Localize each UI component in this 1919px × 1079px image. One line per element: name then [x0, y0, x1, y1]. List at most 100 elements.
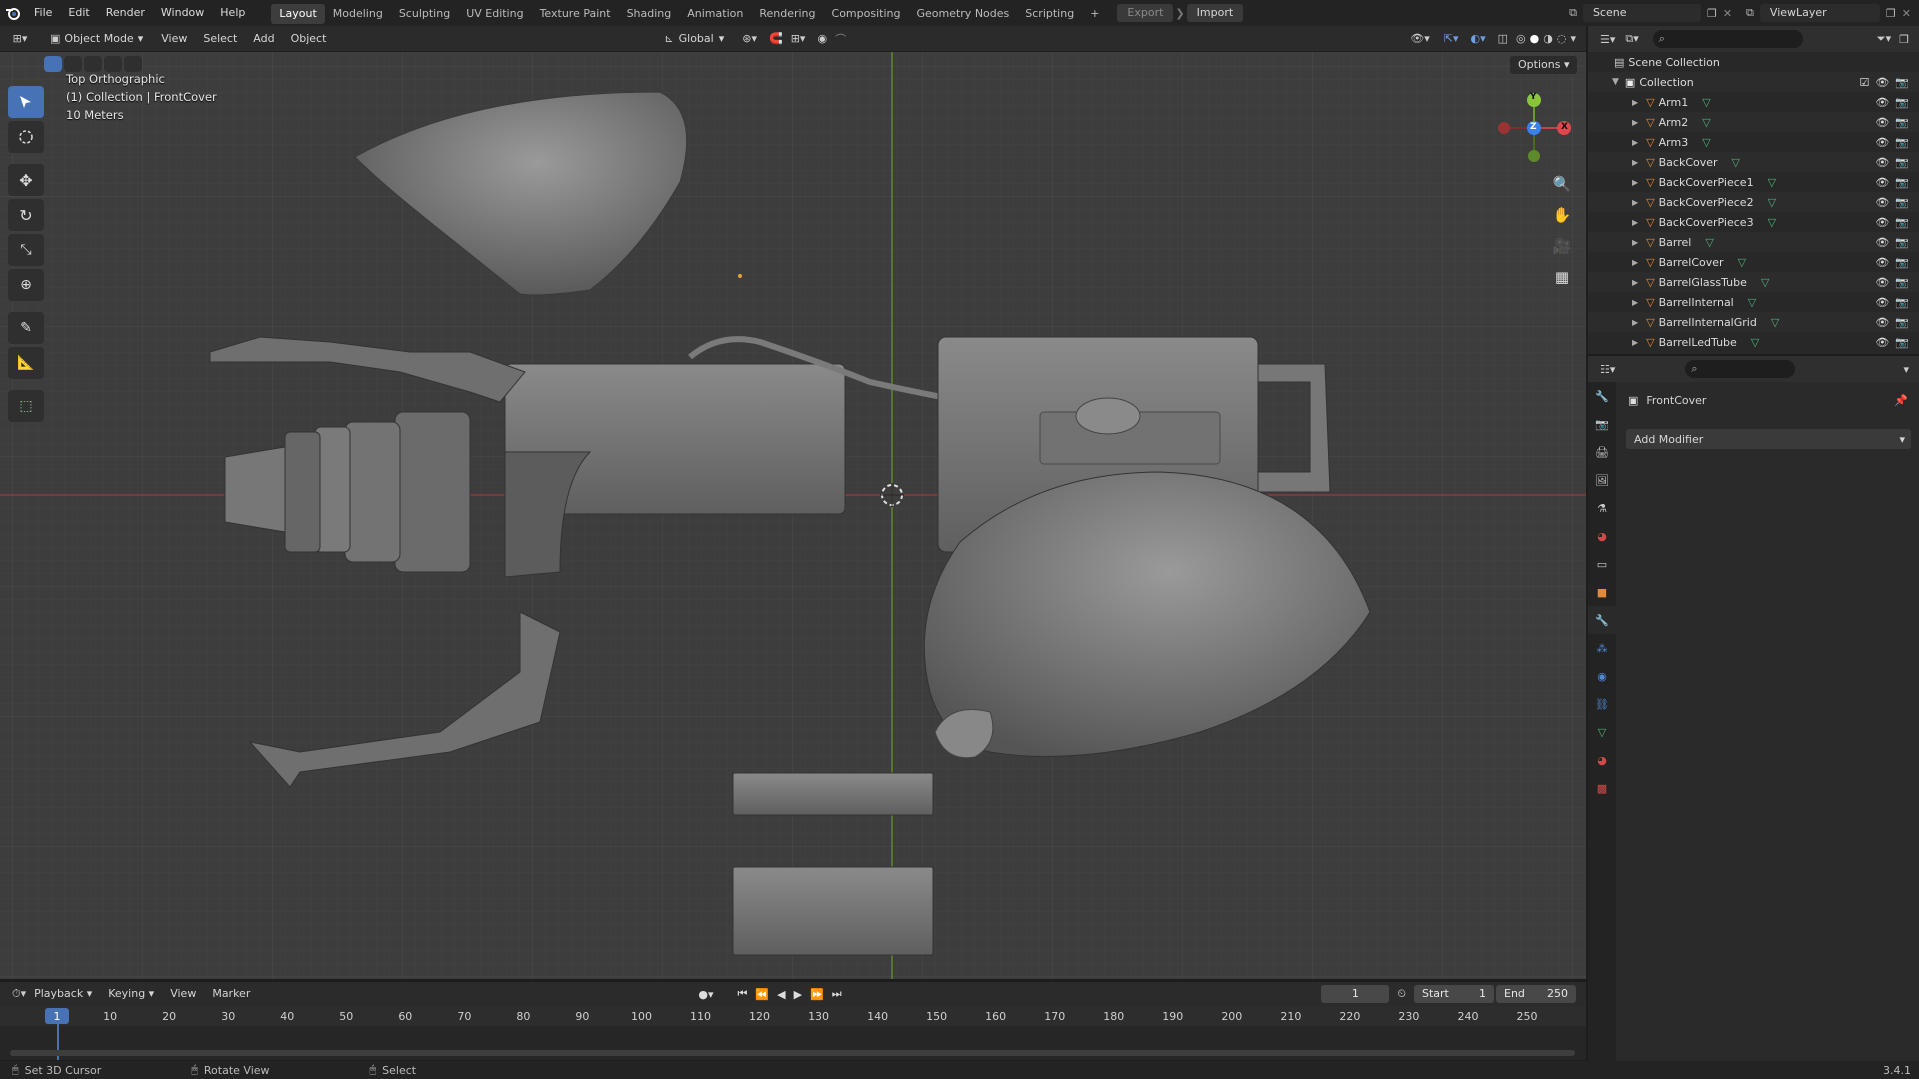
- eye-icon[interactable]: 👁: [1875, 156, 1889, 169]
- mesh-data-icon[interactable]: ▽: [1732, 156, 1740, 169]
- eye-icon[interactable]: 👁: [1875, 256, 1889, 269]
- mesh-data-icon[interactable]: ▽: [1768, 176, 1776, 189]
- new-scene-icon[interactable]: ❐: [1707, 7, 1717, 20]
- tab-layout[interactable]: Layout: [271, 3, 325, 24]
- move-tool-icon[interactable]: ✥: [8, 164, 44, 196]
- collection-row[interactable]: ▼ ▣ Collection ☑ 👁 📷: [1588, 72, 1919, 92]
- import-button[interactable]: Import: [1186, 4, 1244, 22]
- menu-add[interactable]: Add: [245, 26, 282, 52]
- transform-orientation-selector[interactable]: ⊾ Global ▾: [664, 32, 724, 45]
- pan-hand-icon[interactable]: ✋: [1548, 201, 1576, 229]
- mesh-data-icon[interactable]: ▽: [1771, 316, 1779, 329]
- tab-sculpting[interactable]: Sculpting: [391, 4, 458, 24]
- properties-editor-icon[interactable]: ☷▾: [1600, 363, 1615, 376]
- timeline-editor-icon[interactable]: ⏱▾: [12, 987, 26, 1001]
- camera-icon[interactable]: 📷: [1895, 136, 1909, 149]
- annotate-tool-icon[interactable]: ✎: [8, 312, 44, 344]
- select-invert-icon[interactable]: [104, 56, 122, 72]
- menu-keying[interactable]: Keying ▾: [100, 981, 162, 1007]
- scene-icon[interactable]: ⧉: [1569, 6, 1577, 20]
- tab-rendering[interactable]: Rendering: [751, 4, 823, 24]
- expand-arrow-icon[interactable]: ▶: [1632, 338, 1638, 347]
- outliner-item[interactable]: ▶ ▽ BarrelLedTube ▽ 👁 📷: [1588, 332, 1919, 352]
- measure-tool-icon[interactable]: 📐: [8, 347, 44, 379]
- tab-scripting[interactable]: Scripting: [1017, 4, 1082, 24]
- expand-arrow-icon[interactable]: ▶: [1632, 198, 1638, 207]
- outliner-item[interactable]: ▶ ▽ BackCoverPiece2 ▽ 👁 📷: [1588, 192, 1919, 212]
- xray-toggle-icon[interactable]: ◫: [1498, 32, 1508, 45]
- menu-view[interactable]: View: [153, 26, 195, 52]
- menu-render[interactable]: Render: [98, 0, 153, 26]
- overlay-toggle-icon[interactable]: ◐▾: [1471, 32, 1486, 45]
- mode-selector[interactable]: ▣ Object Mode ▾: [40, 29, 154, 48]
- mesh-data-icon[interactable]: ▽: [1768, 196, 1776, 209]
- expand-arrow-icon[interactable]: ▶: [1632, 298, 1638, 307]
- expand-arrow-icon[interactable]: ▶: [1632, 178, 1638, 187]
- timeline-scrollbar[interactable]: [10, 1050, 1575, 1056]
- select-extend-icon[interactable]: [64, 56, 82, 72]
- eye-icon[interactable]: 👁: [1875, 116, 1889, 129]
- tool-tab-icon[interactable]: 🔧: [1588, 382, 1616, 410]
- record-icon[interactable]: ●▾: [698, 988, 713, 1001]
- perspective-toggle-icon[interactable]: ▦: [1548, 263, 1576, 291]
- eye-icon[interactable]: 👁: [1875, 76, 1889, 89]
- timeline[interactable]: 1 10 20 30 40 50 60 70 80 90 100 110 120 130 140 150 160…: [0, 1006, 1586, 1060]
- chevron-down-icon[interactable]: ▼: [1612, 77, 1619, 87]
- outliner-item[interactable]: ▶ ▽ BarrelCover ▽ 👁 📷: [1588, 252, 1919, 272]
- camera-icon[interactable]: 📷: [1895, 276, 1909, 289]
- export-button[interactable]: Export: [1117, 4, 1174, 22]
- add-workspace-button[interactable]: +: [1082, 4, 1107, 24]
- tab-compositing[interactable]: Compositing: [824, 4, 909, 24]
- outliner-item[interactable]: ▶ ▽ BarrelGlassTube ▽ 👁 📷: [1588, 272, 1919, 292]
- next-keyframe-icon[interactable]: ⏩: [810, 988, 824, 1001]
- material-shading-icon[interactable]: ◑: [1543, 32, 1553, 45]
- material-tab-icon[interactable]: ◕: [1588, 746, 1616, 774]
- jump-end-icon[interactable]: ⏭: [832, 987, 842, 1001]
- camera-view-icon[interactable]: 🎥: [1548, 232, 1576, 260]
- 3d-viewport[interactable]: Y Z X Options ▾ Top Orthographic (1) Col…: [0, 52, 1586, 979]
- pin-icon[interactable]: 📌: [1894, 394, 1908, 407]
- scale-tool-icon[interactable]: ⤡: [8, 234, 44, 266]
- particles-tab-icon[interactable]: ⁂: [1588, 634, 1616, 662]
- constraints-tab-icon[interactable]: ⛓: [1588, 690, 1616, 718]
- rotate-tool-icon[interactable]: ↻: [8, 199, 44, 231]
- texture-tab-icon[interactable]: ▩: [1588, 774, 1616, 802]
- mesh-data-icon[interactable]: ▽: [1702, 96, 1710, 109]
- tab-uv-editing[interactable]: UV Editing: [458, 4, 531, 24]
- mesh-data-icon[interactable]: ▽: [1751, 336, 1759, 349]
- render-tab-icon[interactable]: 📷: [1588, 410, 1616, 438]
- expand-arrow-icon[interactable]: ▶: [1632, 158, 1638, 167]
- mesh-data-icon[interactable]: ▽: [1705, 236, 1713, 249]
- expand-arrow-icon[interactable]: ▶: [1632, 278, 1638, 287]
- eye-icon[interactable]: 👁: [1875, 136, 1889, 149]
- outliner-item[interactable]: ▶ ▽ BackCover ▽ 👁 📷: [1588, 152, 1919, 172]
- delete-scene-icon[interactable]: ✕: [1723, 7, 1732, 20]
- menu-marker[interactable]: Marker: [204, 981, 258, 1007]
- viewlayer-selector[interactable]: ViewLayer: [1759, 4, 1880, 22]
- outliner-item[interactable]: ▶ ▽ Arm1 ▽ 👁 📷: [1588, 92, 1919, 112]
- mesh-data-icon[interactable]: ▽: [1702, 136, 1710, 149]
- editor-type-icon[interactable]: ⊞▾: [0, 32, 40, 45]
- outliner-item[interactable]: ▶ ▽ Barrel ▽ 👁 📷: [1588, 232, 1919, 252]
- outliner-item[interactable]: ▶ ▽ Arm3 ▽ 👁 📷: [1588, 132, 1919, 152]
- viewlayer-icon[interactable]: ⧉: [1746, 6, 1754, 20]
- expand-arrow-icon[interactable]: ▶: [1632, 238, 1638, 247]
- camera-icon[interactable]: 📷: [1895, 336, 1909, 349]
- menu-playback[interactable]: Playback ▾: [26, 981, 100, 1007]
- mesh-data-icon[interactable]: ▽: [1768, 216, 1776, 229]
- eye-icon[interactable]: 👁: [1875, 336, 1889, 349]
- options-button[interactable]: Options ▾: [1510, 56, 1578, 74]
- expand-arrow-icon[interactable]: ▶: [1632, 138, 1638, 147]
- menu-view[interactable]: View: [162, 981, 204, 1007]
- proportional-edit-icon[interactable]: ◉: [817, 32, 827, 45]
- snap-icon[interactable]: 🧲: [769, 32, 783, 45]
- mesh-data-icon[interactable]: ▽: [1748, 296, 1756, 309]
- data-tab-icon[interactable]: ▽: [1588, 718, 1616, 746]
- camera-icon[interactable]: 📷: [1895, 256, 1909, 269]
- solid-shading-icon[interactable]: ●: [1530, 32, 1540, 45]
- zoom-icon[interactable]: 🔍: [1548, 170, 1576, 198]
- pivot-icon[interactable]: ⊛▾: [742, 32, 757, 45]
- display-mode-icon[interactable]: ⧉▾: [1625, 32, 1638, 46]
- jump-start-icon[interactable]: ⏮: [737, 987, 747, 1001]
- outliner-editor-icon[interactable]: ☰▾: [1600, 33, 1615, 46]
